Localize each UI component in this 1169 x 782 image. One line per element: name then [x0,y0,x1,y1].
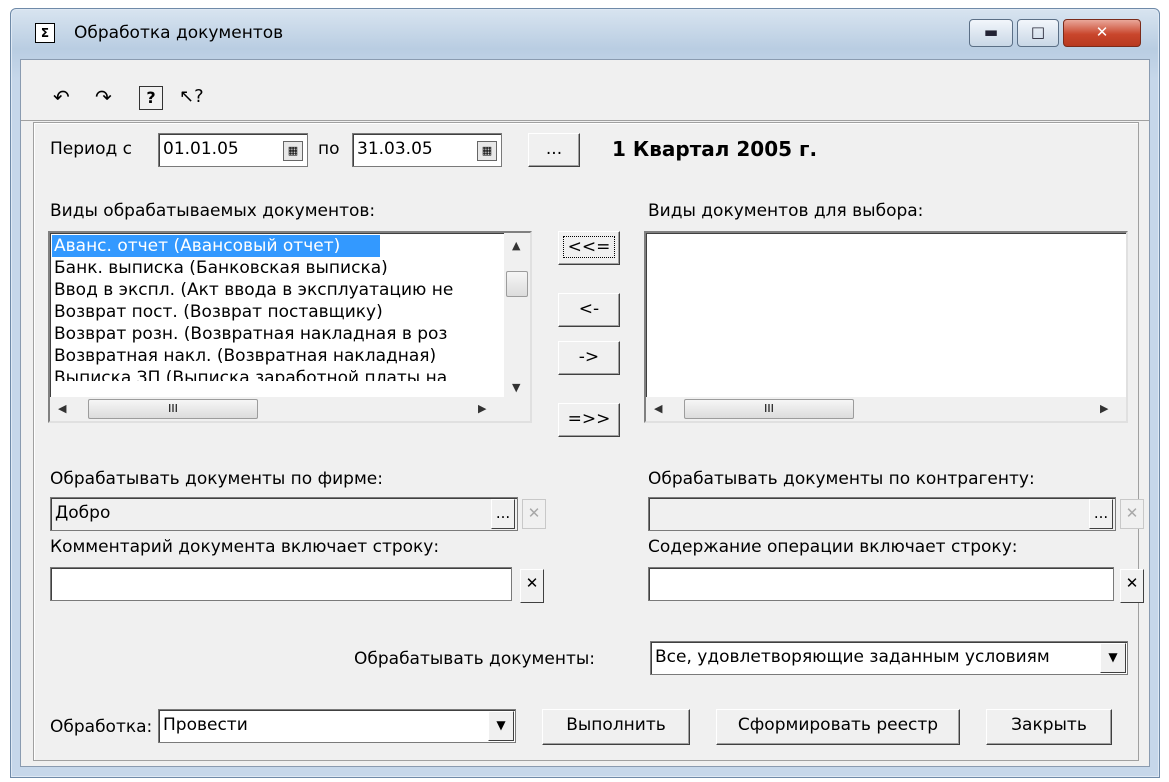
chevron-down-icon[interactable]: ▼ [1100,643,1126,673]
scroll-thumb[interactable]: III [88,399,258,419]
process-mode-select[interactable]: Все, удовлетворяющие заданным условиям ▼ [650,641,1128,675]
list-item[interactable]: Возвратная накл. (Возвратная накладная) [52,345,436,367]
chevron-down-icon[interactable]: ▼ [488,711,514,741]
sigma-icon: Σ [35,23,55,43]
firm-value: Добро [55,503,111,523]
processing-value: Провести [163,715,248,735]
title-bar[interactable]: Σ Обработка документов ▬ □ ✕ [11,9,1159,59]
scroll-thumb[interactable] [506,271,528,297]
scroll-thumb[interactable]: III [684,399,854,419]
vertical-scrollbar[interactable]: ▲ ▼ [504,233,530,397]
list-item[interactable]: Выписка ЗП (Выписка заработной платы на [52,367,447,381]
scroll-left-icon[interactable]: ◀ [58,402,66,415]
client-area: ↶ ↷ ? ↖? Период с 01.01.05 ▦ по 31.03.05… [20,59,1150,767]
horizontal-scrollbar[interactable]: ◀ III ▶ [646,397,1126,421]
process-mode-label: Обрабатывать документы: [354,649,595,669]
register-button[interactable]: Сформировать реестр [716,709,960,745]
firm-label: Обрабатывать документы по фирме: [50,469,383,489]
contractor-input[interactable]: ... [648,497,1116,531]
close-button[interactable]: Закрыть [986,709,1112,745]
help-icon[interactable]: ? [139,86,163,110]
list-item[interactable]: Банк. выписка (Банковская выписка) [52,257,388,279]
period-to-label: по [318,139,340,159]
operation-input[interactable] [648,567,1114,601]
firm-input[interactable]: Добро ... [50,497,518,531]
maximize-button[interactable]: □ [1017,19,1059,47]
list-item[interactable]: Аванс. отчет (Авансовый отчет) [52,235,380,257]
move-all-right-button[interactable]: =>> [558,403,620,437]
scroll-right-icon[interactable]: ▶ [1100,402,1108,415]
process-mode-value: Все, удовлетворяющие заданным условиям [655,647,1050,667]
minimize-button[interactable]: ▬ [969,19,1013,47]
processed-docs-list[interactable]: Аванс. отчет (Авансовый отчет) Банк. вып… [48,231,532,423]
scroll-right-icon[interactable]: ▶ [478,402,486,415]
list-item[interactable]: Возврат пост. (Возврат поставщику) [52,301,383,323]
operation-clear-button[interactable]: ✕ [1120,569,1144,603]
undo-restore-icon[interactable]: ↶ [53,84,70,110]
window-title: Обработка документов [74,23,284,43]
list-item[interactable]: Ввод в экспл. (Акт ввода в эксплуатацию … [52,279,453,301]
maximize-icon: □ [1030,23,1046,41]
period-from-value: 01.01.05 [163,139,239,159]
processed-docs-label: Виды обрабатываемых документов: [50,201,376,221]
redo-restore-icon[interactable]: ↷ [95,84,112,110]
contractor-browse-button[interactable]: ... [1089,499,1113,529]
period-from-input[interactable]: 01.01.05 ▦ [158,133,308,167]
move-all-left-label: <<= [562,236,616,258]
contractor-clear-button[interactable]: ✕ [1120,499,1144,529]
contractor-label: Обрабатывать документы по контрагенту: [648,469,1035,489]
close-window-button[interactable]: ✕ [1063,19,1141,47]
move-left-button[interactable]: <- [558,293,620,327]
toolbar: ↶ ↷ ? ↖? [21,60,1149,121]
context-help-icon[interactable]: ↖? [179,84,204,110]
period-browse-button[interactable]: ... [528,133,580,167]
operation-label: Содержание операции включает строку: [648,537,1018,557]
scroll-down-icon[interactable]: ▼ [512,381,520,394]
scroll-up-icon[interactable]: ▲ [512,239,520,252]
firm-clear-button[interactable]: ✕ [522,499,546,529]
comment-input[interactable] [50,567,512,601]
available-docs-list[interactable]: ◀ III ▶ [644,231,1128,423]
processing-select[interactable]: Провести ▼ [158,709,516,743]
period-caption: 1 Квартал 2005 г. [612,137,818,161]
calendar-icon[interactable]: ▦ [283,141,303,161]
firm-browse-button[interactable]: ... [491,499,515,529]
processing-label: Обработка: [50,717,153,737]
period-from-label: Период с [50,139,132,159]
scroll-left-icon[interactable]: ◀ [654,402,662,415]
list-item[interactable]: Возврат розн. (Возвратная накладная в ро… [52,323,447,345]
minimize-icon: ▬ [983,23,999,41]
comment-clear-button[interactable]: ✕ [520,569,544,603]
execute-button[interactable]: Выполнить [542,709,690,745]
main-window: Σ Обработка документов ▬ □ ✕ ↶ ↷ ? ↖? Пе… [10,8,1160,778]
comment-label: Комментарий документа включает строку: [50,537,440,557]
close-icon: ✕ [1095,23,1109,41]
available-docs-label: Виды документов для выбора: [648,201,924,221]
move-all-left-button[interactable]: <<= [558,231,620,265]
move-right-button[interactable]: -> [558,341,620,375]
horizontal-scrollbar[interactable]: ◀ III ▶ [50,397,530,421]
period-to-value: 31.03.05 [357,139,433,159]
calendar-icon[interactable]: ▦ [477,141,497,161]
form-panel: Период с 01.01.05 ▦ по 31.03.05 ▦ ... 1 … [33,122,1144,761]
period-to-input[interactable]: 31.03.05 ▦ [352,133,502,167]
